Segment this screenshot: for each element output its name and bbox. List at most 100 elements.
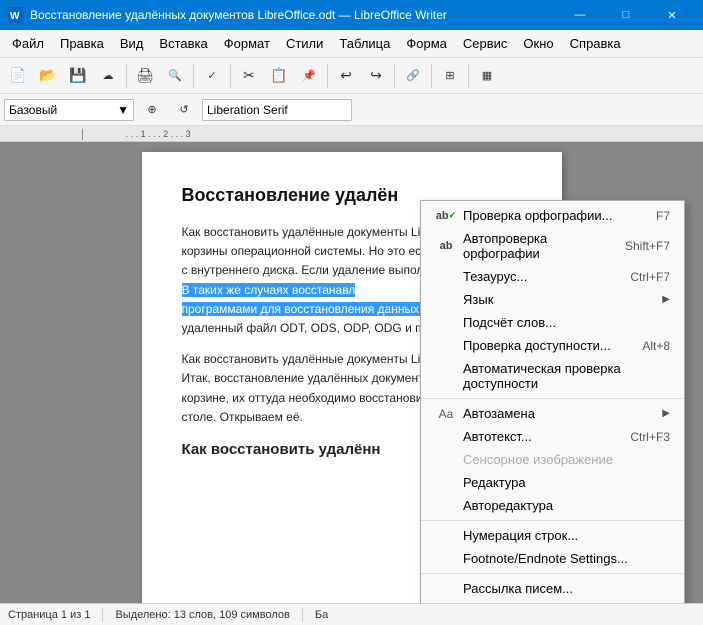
menu-item-autocorrect[interactable]: Aa Автозамена ▶ xyxy=(421,402,684,425)
autocorrect-icon: Aa xyxy=(435,407,457,421)
autocorrect-arrow: ▶ xyxy=(662,408,670,419)
auto-spell-shortcut: Shift+F7 xyxy=(625,239,670,253)
separator1 xyxy=(421,398,684,399)
autotext-label: Автотекст... xyxy=(463,429,622,444)
menu-item-autotext[interactable]: Автотекст... Ctrl+F3 xyxy=(421,425,684,448)
menu-item-mailmerge[interactable]: Рассылка писем... xyxy=(421,577,684,600)
style-dropdown-arrow: ▼ xyxy=(117,103,129,117)
menu-file[interactable]: Файл xyxy=(4,32,52,55)
menu-help[interactable]: Справка xyxy=(562,32,629,55)
toolbar-formatting: Базовый ▼ ⊕ ↺ Liberation Serif xyxy=(0,94,703,126)
paste-button[interactable]: 📌 xyxy=(295,62,323,90)
minimize-button[interactable]: — xyxy=(557,0,603,30)
menu-form[interactable]: Форма xyxy=(398,32,455,55)
autotext-shortcut: Ctrl+F3 xyxy=(630,430,670,444)
language-label: Язык xyxy=(463,292,658,307)
save-button[interactable]: 💾 xyxy=(64,62,92,90)
redo-button[interactable]: ↪ xyxy=(362,62,390,90)
toolbar-main: 📄 📂 💾 ☁ 🖨 🔍 ✓ ✂ 📋 📌 ↩ ↪ 🔗 ⊞ ▦ xyxy=(0,58,703,94)
autocorrect-label: Автозамена xyxy=(463,406,658,421)
menu-item-auto-accessibility[interactable]: Автоматическая проверка доступности xyxy=(421,357,684,395)
menu-item-thesaurus[interactable]: Тезаурус... Ctrl+F7 xyxy=(421,265,684,288)
auto-spell-label: Автопроверка орфографии xyxy=(463,231,617,261)
print-preview-button[interactable]: 🔍 xyxy=(161,62,189,90)
open-button[interactable]: 📂 xyxy=(34,62,62,90)
menu-item-redact[interactable]: Редактура xyxy=(421,471,684,494)
maximize-button[interactable]: □ xyxy=(603,0,649,30)
menu-item-protect[interactable]: Защитить документ ▶ xyxy=(421,600,684,603)
doc-para1-after: удаленный файл ODT, ODS, ODP, ODG и пр xyxy=(182,321,429,335)
menu-item-footnote[interactable]: Footnote/Endnote Settings... xyxy=(421,547,684,570)
sep4 xyxy=(327,64,328,88)
thesaurus-label: Тезаурус... xyxy=(463,269,622,284)
style-select[interactable]: Базовый ▼ xyxy=(4,99,134,121)
footnote-label: Footnote/Endnote Settings... xyxy=(463,551,670,566)
spell-check-label: Проверка орфографии... xyxy=(463,208,648,223)
style-list-button[interactable]: ⊕ xyxy=(138,96,166,124)
copy-button[interactable]: 📋 xyxy=(265,62,293,90)
style-update-button[interactable]: ↺ xyxy=(170,96,198,124)
cut-button[interactable]: ✂ xyxy=(235,62,263,90)
menu-item-auto-redact[interactable]: Авторедактура xyxy=(421,494,684,517)
redact-label: Редактура xyxy=(463,475,670,490)
status-style: Ба xyxy=(315,609,328,621)
mailmerge-label: Рассылка писем... xyxy=(463,581,670,596)
menu-edit[interactable]: Правка xyxy=(52,32,112,55)
print-button[interactable]: 🖨 xyxy=(131,62,159,90)
status-sep2 xyxy=(302,608,303,622)
status-bar: Страница 1 из 1 Выделено: 13 слов, 109 с… xyxy=(0,603,703,625)
word-count-label: Подсчёт слов... xyxy=(463,315,670,330)
spell-check-icon: ab✓ xyxy=(435,210,457,222)
status-page: Страница 1 из 1 xyxy=(8,609,90,621)
menu-window[interactable]: Окно xyxy=(515,32,561,55)
sep7 xyxy=(468,64,469,88)
save-remote-button[interactable]: ☁ xyxy=(94,62,122,90)
new-button[interactable]: 📄 xyxy=(4,62,32,90)
accessibility-shortcut: Alt+8 xyxy=(642,339,670,353)
sep2 xyxy=(193,64,194,88)
spell-check-shortcut: F7 xyxy=(656,209,670,223)
menu-styles[interactable]: Стили xyxy=(278,32,331,55)
window-controls: — □ ✕ xyxy=(557,0,695,30)
menu-bar: Файл Правка Вид Вставка Формат Стили Таб… xyxy=(0,30,703,58)
menu-format[interactable]: Формат xyxy=(216,32,278,55)
menu-item-accessibility[interactable]: Проверка доступности... Alt+8 xyxy=(421,334,684,357)
font-name-input[interactable]: Liberation Serif xyxy=(202,99,352,121)
hyperlink-button[interactable]: 🔗 xyxy=(399,62,427,90)
sep6 xyxy=(431,64,432,88)
language-arrow: ▶ xyxy=(662,294,670,305)
auto-accessibility-label: Автоматическая проверка доступности xyxy=(463,361,670,391)
window-title: Восстановление удалённых документов Libr… xyxy=(30,8,557,22)
sep1 xyxy=(126,64,127,88)
menu-item-word-count[interactable]: Подсчёт слов... xyxy=(421,311,684,334)
menu-tools[interactable]: Сервис xyxy=(455,32,516,55)
document-area: Восстановление удалён Как восстановить у… xyxy=(0,142,703,603)
sep3 xyxy=(230,64,231,88)
status-words: Выделено: 13 слов, 109 символов xyxy=(115,609,289,621)
line-numbering-label: Нумерация строк... xyxy=(463,528,670,543)
app-icon: W xyxy=(8,7,24,23)
sep5 xyxy=(394,64,395,88)
menu-view[interactable]: Вид xyxy=(112,32,152,55)
sidebar-button[interactable]: ▦ xyxy=(473,62,501,90)
spellcheck-button[interactable]: ✓ xyxy=(198,62,226,90)
auto-spell-icon: ab xyxy=(435,240,457,252)
tools-dropdown-menu: ab✓ Проверка орфографии... F7 ab Автопро… xyxy=(420,200,685,603)
auto-redact-label: Авторедактура xyxy=(463,498,670,513)
menu-item-spell-check[interactable]: ab✓ Проверка орфографии... F7 xyxy=(421,204,684,227)
menu-item-language[interactable]: Язык ▶ xyxy=(421,288,684,311)
menu-insert[interactable]: Вставка xyxy=(151,32,215,55)
touch-image-label: Сенсорное изображение xyxy=(463,452,670,467)
table-button[interactable]: ⊞ xyxy=(436,62,464,90)
accessibility-label: Проверка доступности... xyxy=(463,338,634,353)
menu-item-auto-spell[interactable]: ab Автопроверка орфографии Shift+F7 xyxy=(421,227,684,265)
svg-text:W: W xyxy=(10,11,20,22)
menu-item-line-numbering[interactable]: Нумерация строк... xyxy=(421,524,684,547)
separator2 xyxy=(421,520,684,521)
menu-item-touch-image: Сенсорное изображение xyxy=(421,448,684,471)
undo-button[interactable]: ↩ xyxy=(332,62,360,90)
close-button[interactable]: ✕ xyxy=(649,0,695,30)
menu-table[interactable]: Таблица xyxy=(331,32,398,55)
ruler: │ . . . 1 . . . 2 . . . 3 xyxy=(0,126,703,142)
status-sep1 xyxy=(102,608,103,622)
